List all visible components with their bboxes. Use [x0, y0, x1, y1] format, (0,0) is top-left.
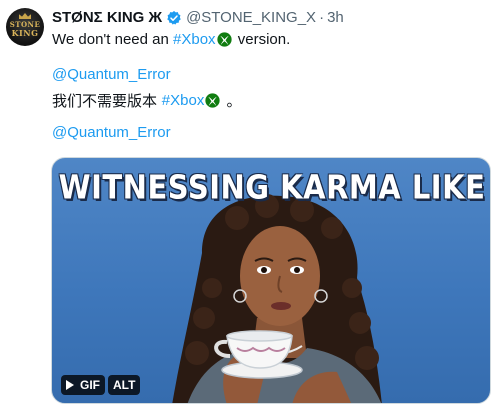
tweet-text-line-2: @Quantum_Error: [52, 66, 171, 83]
avatar[interactable]: STONE KING: [6, 8, 44, 46]
tweet-card[interactable]: STONE KING STØNΣ KING Ж @STONE_KING_X · …: [0, 0, 500, 412]
xbox-logo-icon: [205, 93, 220, 108]
tweet-text: We don't need an: [52, 31, 174, 48]
play-gif-button[interactable]: GIF: [61, 375, 105, 395]
mention-link[interactable]: @Quantum_Error: [52, 124, 171, 141]
tweet-header: STØNΣ KING Ж @STONE_KING_X · 3h: [52, 9, 344, 26]
timestamp[interactable]: 3h: [327, 9, 344, 26]
hashtag-link[interactable]: #Xbox: [162, 92, 205, 109]
tweet-text: 。: [222, 93, 242, 110]
tweet-text-line-3: 我们不需要版本 #Xbox 。: [52, 90, 242, 111]
display-name[interactable]: STØNΣ KING Ж: [52, 9, 162, 26]
tweet-text-line-1: We don't need an #Xbox version.: [52, 31, 290, 48]
gif-label: GIF: [80, 378, 100, 392]
alt-label: ALT: [113, 378, 136, 392]
tweet-text: version.: [233, 31, 291, 48]
tweet-text: 我们不需要版本: [52, 92, 162, 110]
mention-link[interactable]: @Quantum_Error: [52, 66, 171, 83]
alt-text-button[interactable]: ALT: [108, 375, 141, 395]
gif-caption: WITNESSING KARMA LIKE: [58, 167, 486, 207]
verified-badge-icon[interactable]: [166, 10, 182, 26]
user-handle[interactable]: @STONE_KING_X: [186, 9, 316, 26]
gif-controls: GIF ALT: [61, 375, 141, 395]
avatar-text-bottom: KING: [11, 28, 39, 38]
xbox-logo-icon: [216, 32, 232, 47]
tweet-text-line-4: @Quantum_Error: [52, 124, 171, 141]
hashtag-link[interactable]: #Xbox: [173, 31, 216, 48]
play-icon: [66, 380, 74, 390]
crown-icon: [19, 13, 31, 19]
separator-dot: ·: [319, 9, 325, 26]
gif-media[interactable]: WITNESSING KARMA LIKE GIF ALT: [51, 157, 491, 404]
